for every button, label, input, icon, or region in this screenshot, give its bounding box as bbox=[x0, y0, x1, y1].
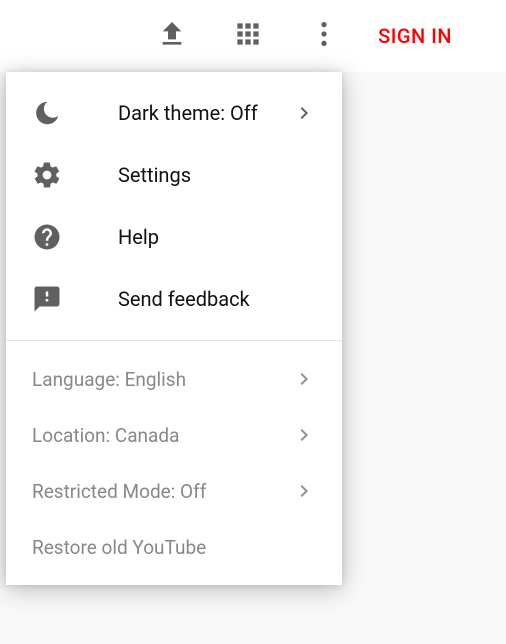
chevron-right-icon bbox=[292, 423, 316, 447]
sign-in-button[interactable]: SIGN IN bbox=[372, 24, 458, 48]
feedback-label: Send feedback bbox=[118, 287, 316, 311]
chevron-right-icon bbox=[292, 479, 316, 503]
location-menu-item[interactable]: Location: Canada bbox=[6, 407, 342, 463]
restore-old-menu-item[interactable]: Restore old YouTube bbox=[6, 519, 342, 575]
help-menu-item[interactable]: Help bbox=[6, 206, 342, 268]
gear-icon bbox=[32, 160, 62, 190]
help-label: Help bbox=[118, 225, 316, 249]
upload-button[interactable] bbox=[144, 8, 200, 64]
apps-button[interactable] bbox=[220, 8, 276, 64]
more-vertical-icon bbox=[308, 18, 340, 54]
restore-old-label: Restore old YouTube bbox=[32, 536, 316, 559]
language-label: Language: English bbox=[32, 368, 292, 391]
dark-theme-menu-item[interactable]: Dark theme: Off bbox=[6, 82, 342, 144]
header-bar: SIGN IN bbox=[0, 0, 506, 72]
apps-grid-icon bbox=[232, 18, 264, 54]
restricted-mode-label: Restricted Mode: Off bbox=[32, 480, 292, 503]
upload-icon bbox=[156, 18, 188, 54]
restricted-mode-menu-item[interactable]: Restricted Mode: Off bbox=[6, 463, 342, 519]
location-label: Location: Canada bbox=[32, 424, 292, 447]
language-menu-item[interactable]: Language: English bbox=[6, 351, 342, 407]
dark-theme-label: Dark theme: Off bbox=[118, 101, 292, 125]
moon-icon bbox=[32, 98, 62, 128]
settings-menu-item[interactable]: Settings bbox=[6, 144, 342, 206]
chevron-right-icon bbox=[292, 367, 316, 391]
help-icon bbox=[32, 222, 62, 252]
settings-label: Settings bbox=[118, 163, 316, 187]
menu-secondary-section: Language: English Location: Canada Restr… bbox=[6, 341, 342, 585]
menu-primary-section: Dark theme: Off Settings Help Send feedb… bbox=[6, 72, 342, 340]
settings-dropdown: Dark theme: Off Settings Help Send feedb… bbox=[6, 72, 342, 585]
more-options-button[interactable] bbox=[296, 8, 352, 64]
chevron-right-icon bbox=[292, 101, 316, 125]
feedback-menu-item[interactable]: Send feedback bbox=[6, 268, 342, 330]
feedback-icon bbox=[32, 284, 62, 314]
